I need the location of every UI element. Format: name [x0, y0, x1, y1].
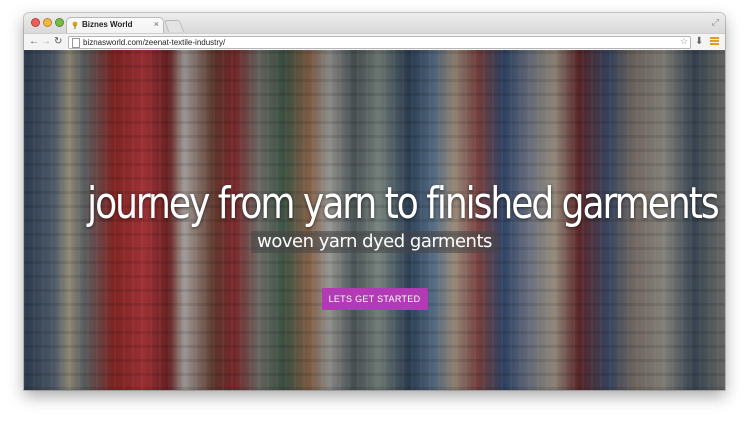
- page-viewport: journey from yarn to finished garments w…: [24, 50, 725, 390]
- url-text: biznasworld.com/zeenat-textile-industry/: [83, 38, 226, 47]
- pin-favicon-icon: [72, 21, 78, 29]
- cta-container: LETS GET STARTED: [24, 288, 725, 310]
- hero-headline: journey from yarn to finished garments: [87, 178, 720, 229]
- star-icon[interactable]: ☆: [680, 36, 688, 47]
- reload-icon[interactable]: ↻: [54, 35, 62, 49]
- fullscreen-icon[interactable]: ⤢: [712, 17, 719, 28]
- page-icon: [72, 38, 80, 48]
- lets-get-started-button[interactable]: LETS GET STARTED: [321, 288, 428, 310]
- extension-icon[interactable]: ⬇: [695, 35, 703, 49]
- close-window-button[interactable]: [31, 18, 40, 27]
- browser-window: Biznes World × ⤢ ← → ↻ biznasworld.com/z…: [24, 13, 725, 390]
- zoom-window-button[interactable]: [55, 18, 64, 27]
- browser-toolbar: ← → ↻ biznasworld.com/zeenat-textile-ind…: [24, 33, 725, 51]
- back-arrow-icon[interactable]: ←: [29, 35, 39, 49]
- hero-subheadline-container: woven yarn dyed garments: [24, 231, 725, 253]
- address-bar[interactable]: biznasworld.com/zeenat-textile-industry/…: [68, 36, 691, 49]
- new-tab-button[interactable]: [163, 20, 185, 32]
- tab-title: Biznes World: [82, 20, 133, 29]
- title-bar: Biznes World × ⤢: [24, 13, 725, 34]
- hero-subheadline: woven yarn dyed garments: [251, 231, 498, 253]
- browser-tab[interactable]: Biznes World ×: [66, 17, 164, 34]
- tab-close-icon[interactable]: ×: [154, 19, 159, 29]
- minimize-window-button[interactable]: [43, 18, 52, 27]
- forward-arrow-icon[interactable]: →: [41, 35, 51, 49]
- hamburger-menu-icon[interactable]: [710, 37, 719, 46]
